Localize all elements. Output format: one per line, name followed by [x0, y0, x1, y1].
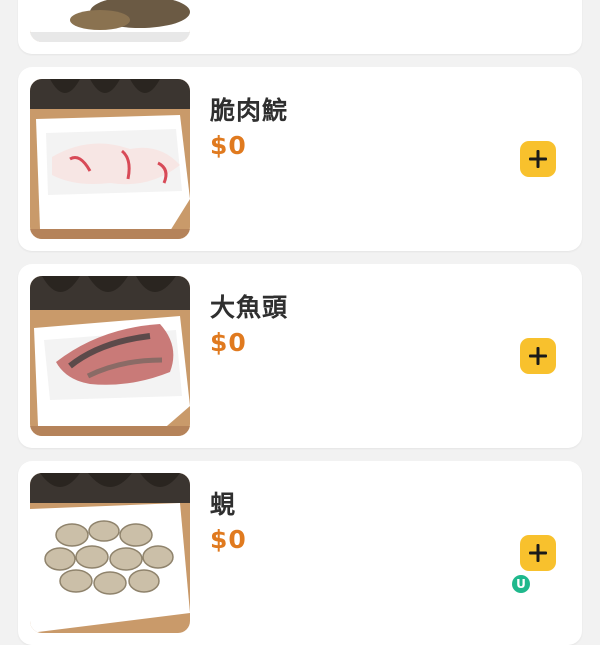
add-button[interactable] — [520, 338, 556, 374]
menu-item-card[interactable]: 脆肉鯇 $0 — [18, 67, 582, 251]
menu-item-card[interactable] — [18, 0, 582, 54]
item-price: $0 — [210, 131, 247, 160]
plus-icon — [529, 150, 547, 168]
item-name: 脆肉鯇 — [210, 96, 289, 125]
item-name: 大魚頭 — [210, 293, 289, 322]
add-button[interactable] — [520, 535, 556, 571]
u-logo-icon: U — [512, 575, 530, 593]
menu-item-card[interactable]: 大魚頭 $0 — [18, 264, 582, 448]
item-name: 蜆 — [210, 490, 237, 519]
plus-icon — [529, 347, 547, 365]
item-price: $0 — [210, 525, 247, 554]
food-image — [30, 473, 190, 633]
food-image — [30, 79, 190, 239]
menu-item-card[interactable]: 蜆 $0 — [18, 461, 582, 645]
item-price: $0 — [210, 328, 247, 357]
food-image — [30, 276, 190, 436]
add-button[interactable] — [520, 141, 556, 177]
plus-icon — [529, 544, 547, 562]
food-image — [30, 0, 190, 42]
